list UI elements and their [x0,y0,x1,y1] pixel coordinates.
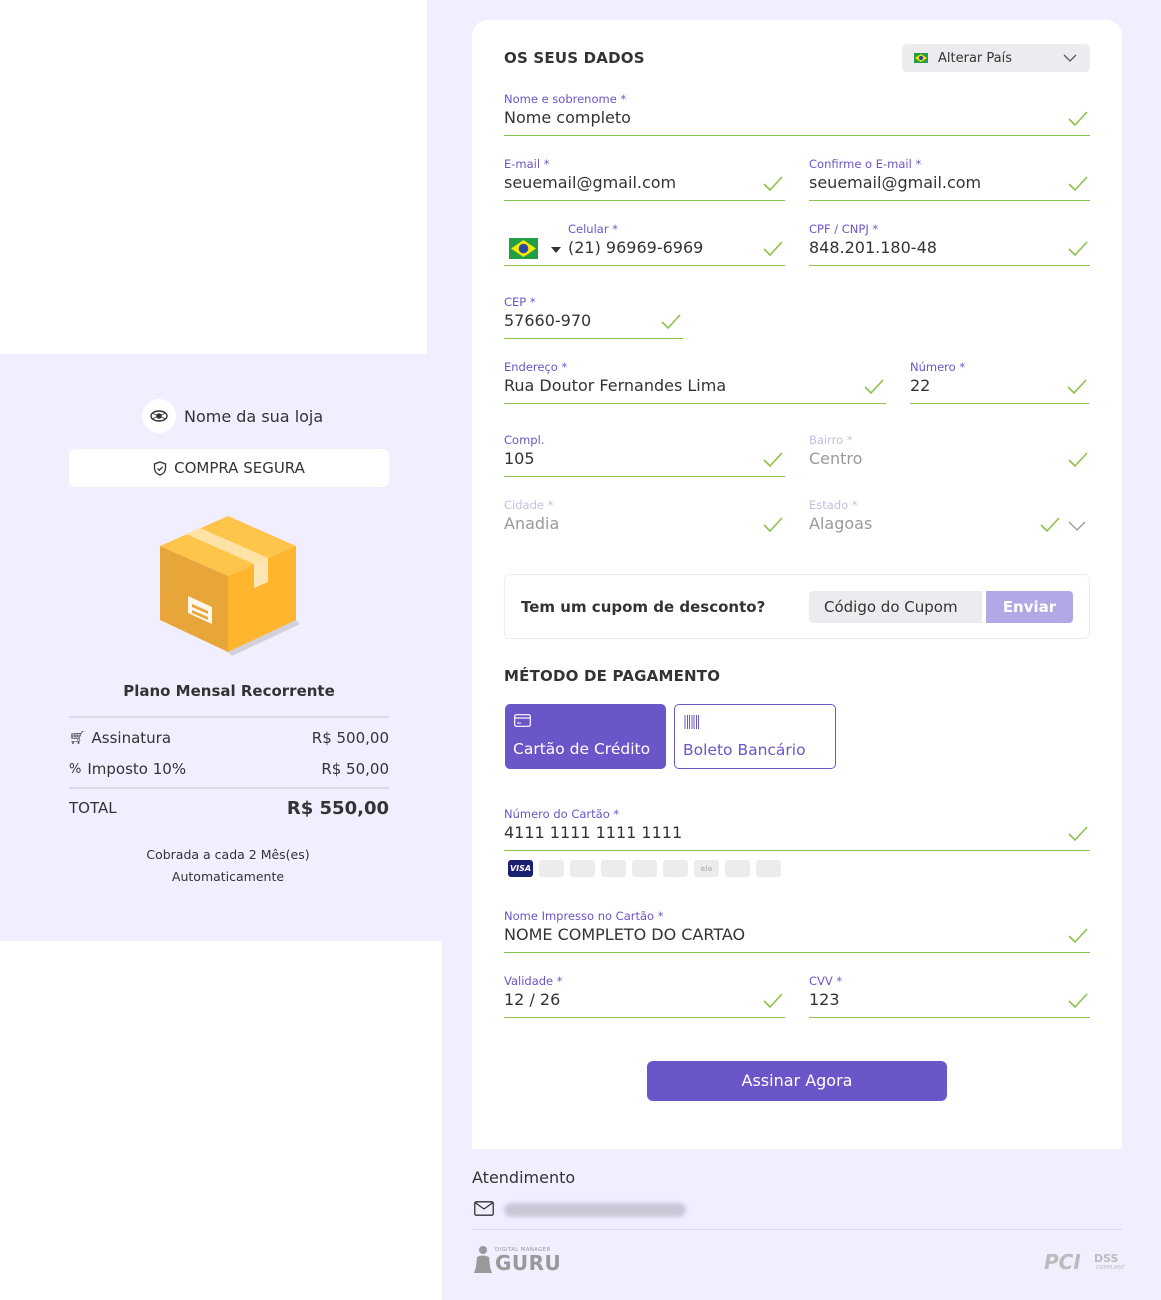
confirm-email-field[interactable]: Confirme o E-mail * seuemail@gmail.com [809,157,1090,201]
guru-logo: DIGITAL MANAGER GURU [474,1245,561,1275]
diners-icon [601,860,626,877]
expiry-field[interactable]: Validade * 12 / 26 [504,974,785,1018]
guru-figure-icon [474,1246,492,1273]
divider [69,716,389,718]
phone-field[interactable]: Celular * (21) 96969-6969 [504,222,785,266]
elo-icon: elo [694,860,719,877]
subscribe-button[interactable]: Assinar Agora [647,1061,947,1101]
white-gap [427,941,442,1300]
secure-label: COMPRA SEGURA [174,459,305,477]
coupon-question: Tem um cupom de desconto? [521,598,766,616]
aura-icon [756,860,781,877]
check-icon [1068,452,1088,468]
check-icon [1068,993,1088,1009]
hipercard-icon [725,860,750,877]
card-number-field[interactable]: Número do Cartão * 4111 1111 1111 1111 [504,807,1090,851]
support-title: Atendimento [472,1168,576,1187]
chevron-down-icon[interactable] [1068,520,1086,532]
chevron-down-icon [1063,54,1077,62]
check-icon [1068,241,1088,257]
mail-icon [474,1201,494,1216]
mastercard-icon [539,860,564,877]
store-name: Nome da sua loja [184,406,324,426]
pci-dss-logo: PCI DSS COMPLIANT [1044,1250,1126,1274]
cart-icon: 🛒︎ [69,730,86,746]
billing-info: Cobrada a cada 2 Mês(es) Automaticamente [146,847,310,884]
brazil-flag-icon [914,53,928,63]
email-field[interactable]: E-mail * seuemail@gmail.com [504,157,785,201]
check-icon [763,241,783,257]
check-icon [763,452,783,468]
check-icon [1040,517,1060,533]
address-field[interactable]: Endereço * Rua Doutor Fernandes Lima [504,360,886,404]
coupon-box: Tem um cupom de desconto? Código do Cupo… [504,574,1090,639]
credit-card-method-button[interactable]: Cartão de Crédito [505,704,666,769]
payment-method-title: MÉTODO DE PAGAMENTO [504,667,721,685]
change-country-button[interactable]: Alterar País [902,44,1090,72]
number-field[interactable]: Número * 22 [910,360,1089,404]
secure-purchase-badge: COMPRA SEGURA [69,449,389,487]
full-name-field[interactable]: Nome e sobrenome * Nome completo [504,92,1090,136]
check-icon [1068,111,1088,127]
support-email-redacted[interactable] [504,1203,686,1217]
cvv-field[interactable]: CVV * 123 [809,974,1090,1018]
total-row: TOTAL R$ 550,00 [69,797,389,819]
check-icon [864,379,884,395]
district-field[interactable]: Bairro * Centro [809,433,1090,477]
plan-name: Plano Mensal Recorrente [123,682,335,700]
card-brands: VISA elo [508,860,781,877]
card-holder-name-field[interactable]: Nome Impresso no Cartão * NOME COMPLETO … [504,909,1090,953]
check-icon [763,993,783,1009]
check-icon [763,517,783,533]
check-icon [1068,176,1088,192]
state-select[interactable]: Estado * Alagoas [809,498,1090,542]
check-icon [1067,379,1087,395]
check-icon [1068,928,1088,944]
amex-icon [570,860,595,877]
boleto-method-button[interactable]: Boleto Bancário [674,704,836,769]
line-item: 🛒︎ Assinatura R$ 500,00 [69,729,389,747]
cep-field[interactable]: CEP * 57660-970 [504,295,683,339]
discover-icon [632,860,657,877]
personal-data-title: OS SEUS DADOS [504,49,645,67]
percent-icon: % [69,761,82,777]
cpf-cnpj-field[interactable]: CPF / CNPJ * 848.201.180-48 [809,222,1090,266]
line-item: % Imposto 10% R$ 50,00 [69,760,389,778]
check-icon [763,176,783,192]
check-icon [1068,826,1088,842]
jcb-icon [663,860,688,877]
divider [69,787,389,789]
credit-card-icon [514,714,531,727]
city-field[interactable]: Cidade * Anadia [504,498,785,542]
visa-icon: VISA [508,860,533,877]
shield-check-icon [153,460,167,476]
product-box-icon [160,516,300,656]
barcode-icon [684,715,699,729]
store-header: Nome da sua loja [142,398,323,434]
coupon-submit-button[interactable]: Enviar [986,591,1073,623]
check-icon [661,314,681,330]
divider [472,1229,1122,1230]
store-logo-icon [142,399,176,433]
complement-field[interactable]: Compl. 105 [504,433,785,477]
coupon-input[interactable]: Código do Cupom [809,591,982,623]
